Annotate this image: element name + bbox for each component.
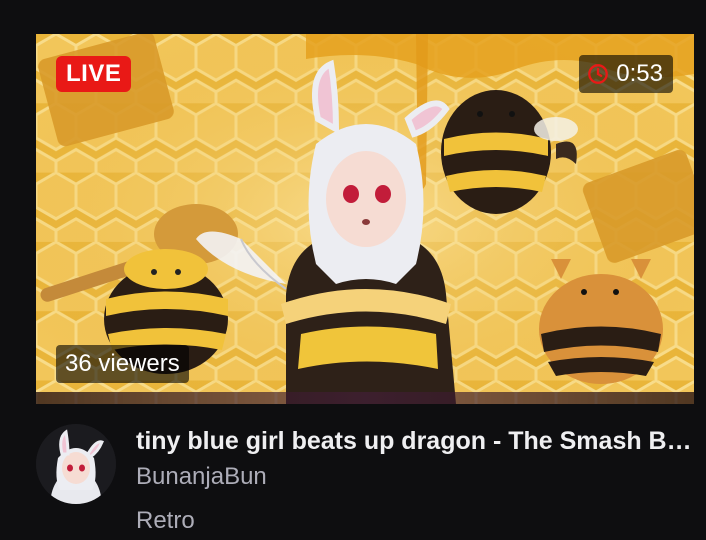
channel-name[interactable]: BunanjaBun: [136, 460, 696, 494]
stream-meta: tiny blue girl beats up dragon - The Sma…: [36, 424, 696, 534]
channel-avatar[interactable]: [36, 424, 116, 504]
clock-icon: [588, 64, 609, 84]
uptime-text: 0:53: [616, 60, 663, 87]
category-link[interactable]: Retro: [136, 504, 696, 538]
uptime-badge: 0:53: [579, 55, 673, 93]
stream-title[interactable]: tiny blue girl beats up dragon - The Sma…: [136, 424, 696, 458]
stream-text: tiny blue girl beats up dragon - The Sma…: [136, 424, 696, 538]
live-badge: LIVE: [56, 56, 132, 92]
stream-thumbnail[interactable]: LIVE 0:53 36 viewers: [36, 34, 694, 404]
stream-overlay-strip: [36, 392, 694, 404]
stream-card: LIVE 0:53 36 viewers tiny blue girl beat…: [0, 0, 706, 540]
avatar-image: [36, 424, 116, 504]
viewer-count-badge: 36 viewers: [56, 345, 189, 383]
